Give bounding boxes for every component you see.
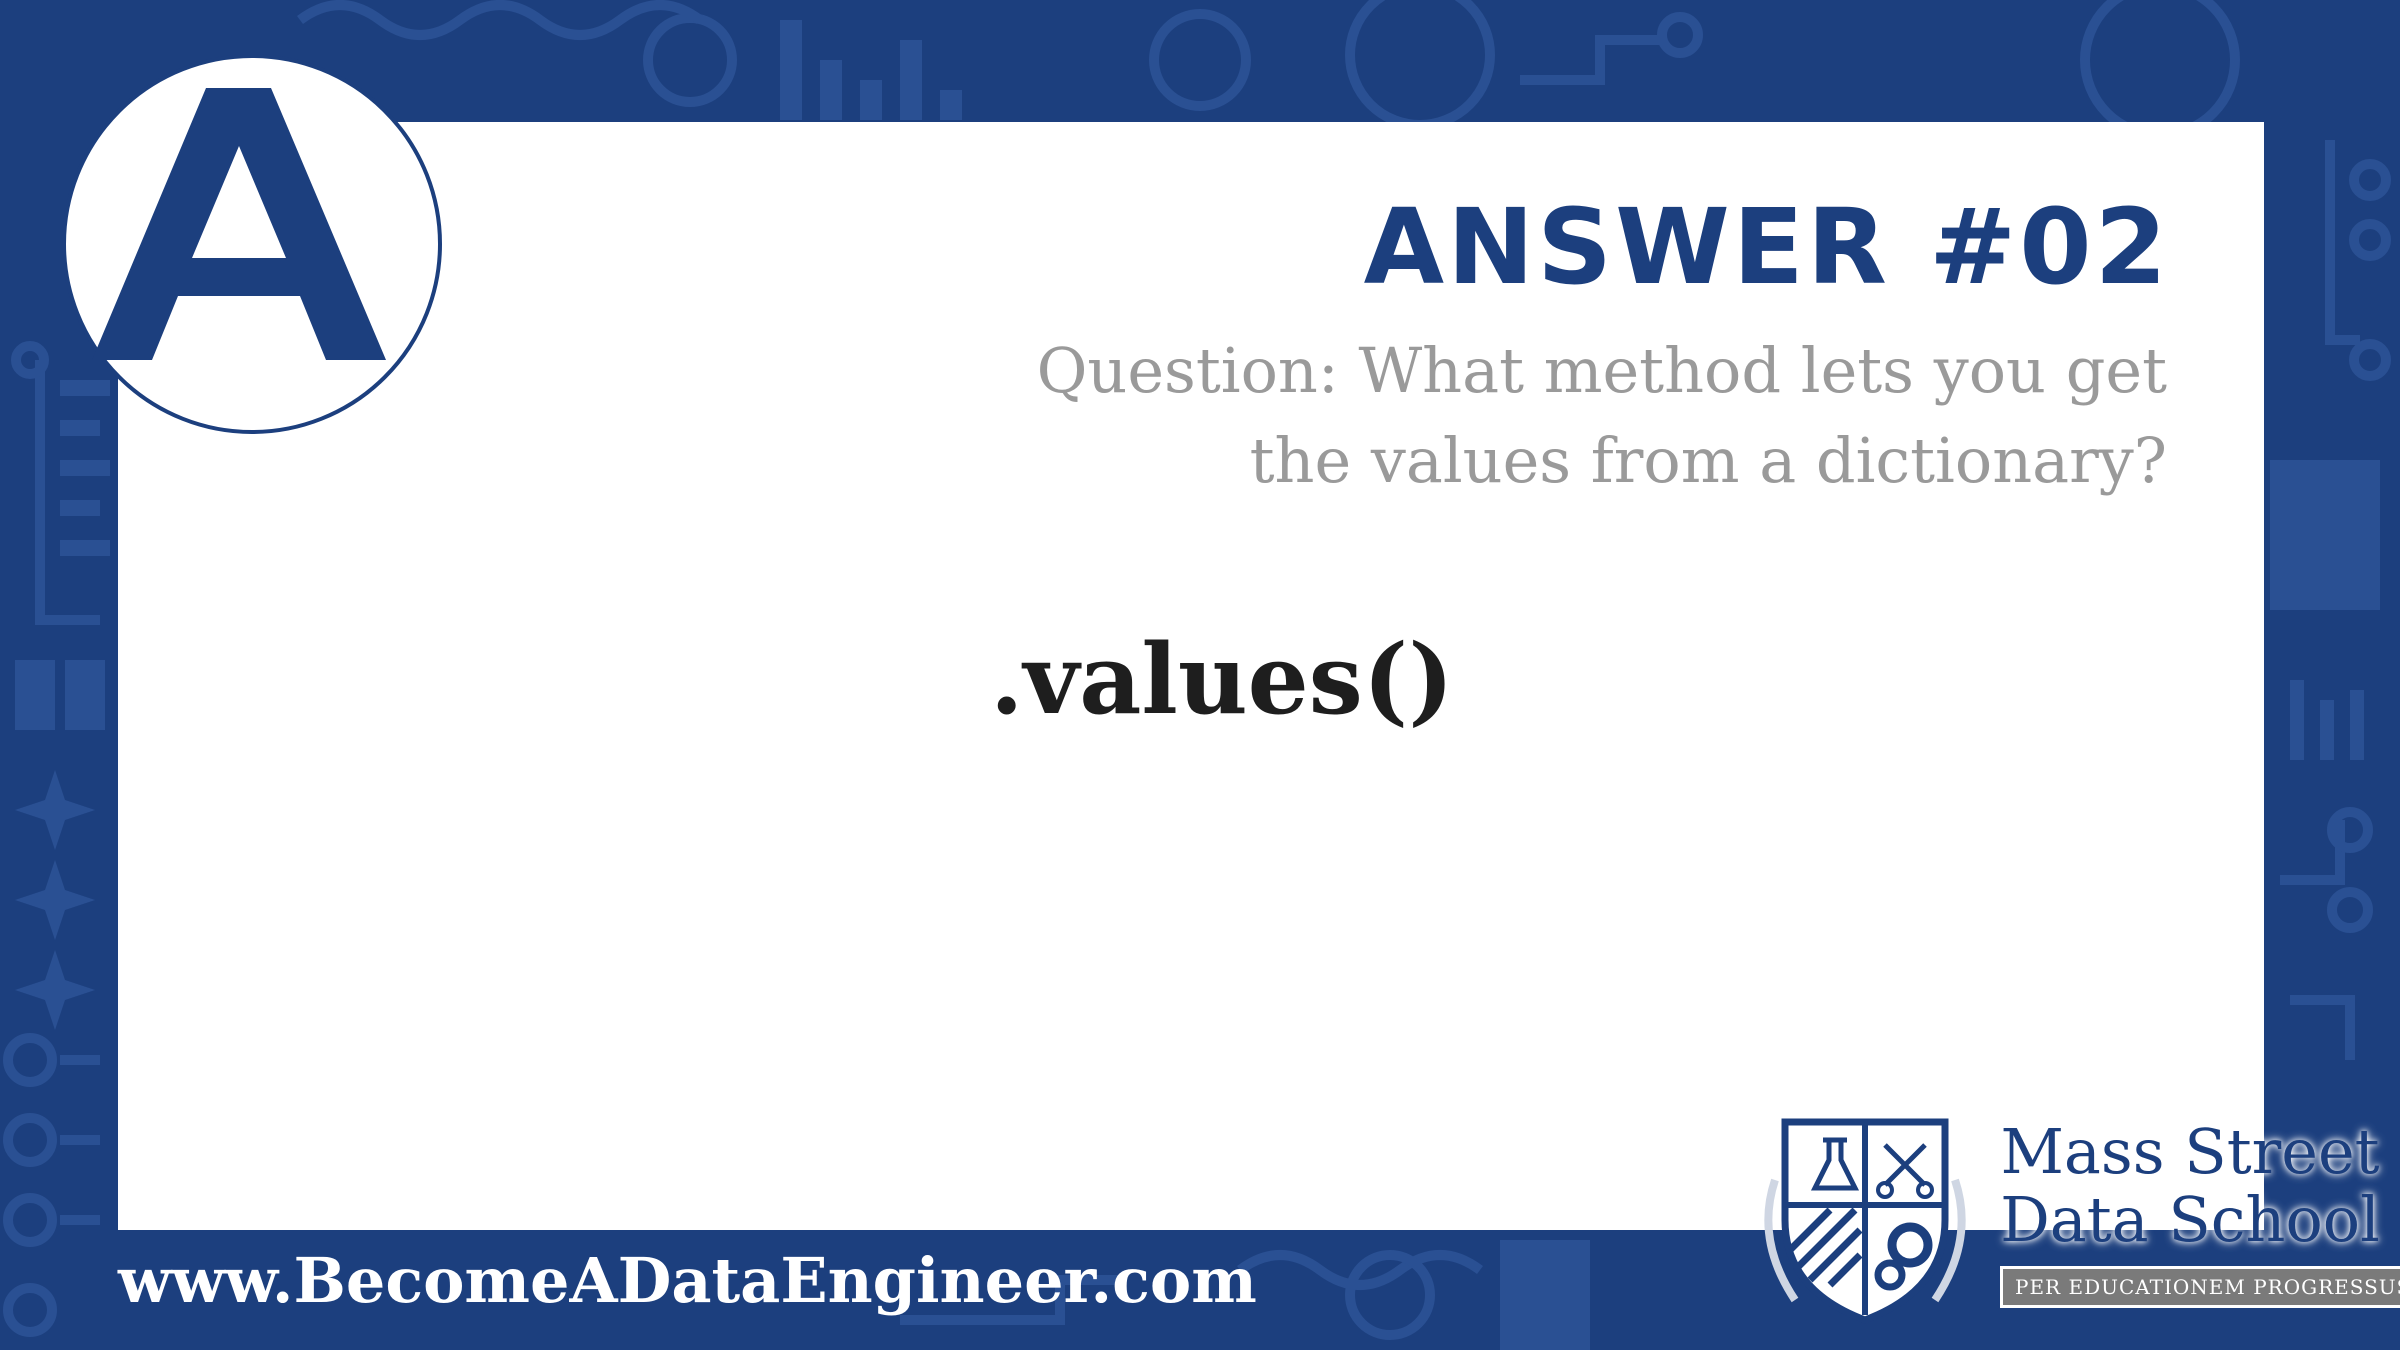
slide-title: ANSWER #02 [1363, 186, 2170, 308]
school-brand: Mass Street Data School PER EDUCATIONEM … [2000, 1115, 2400, 1308]
brand-name-line2: Data School [2000, 1183, 2380, 1256]
school-crest-icon [1764, 1118, 1966, 1324]
website-link[interactable]: www.BecomeADataEngineer.com [118, 1250, 1257, 1312]
brand-motto: PER EDUCATIONEM PROGRESSUS [2000, 1266, 2400, 1308]
answer-text: .values() [990, 623, 1454, 736]
question-text: Question: What method lets you get the v… [1036, 334, 2167, 497]
letter-a-badge [62, 54, 442, 434]
brand-name-line1: Mass Street [2000, 1115, 2380, 1188]
letter-a-icon [92, 88, 386, 360]
